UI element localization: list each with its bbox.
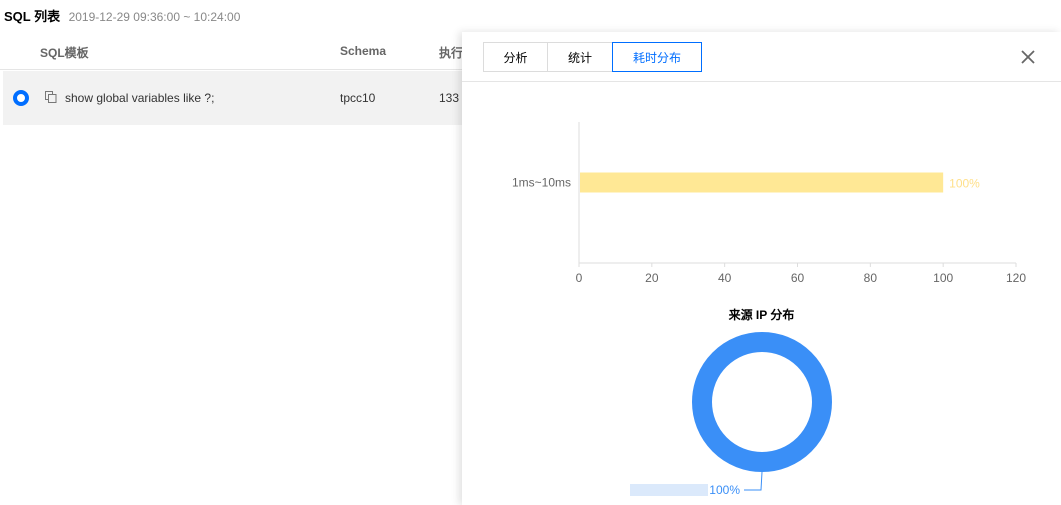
- detail-drawer: 分析 统计 耗时分布 0 20 40 60 80 100 120 1ms~10ms 100% 来…: [462, 32, 1061, 505]
- schema-cell: tpcc10: [340, 91, 376, 105]
- bar: [580, 172, 944, 193]
- donut-chart-title: 来源 IP 分布: [728, 308, 795, 322]
- x-tick-label: 0: [576, 271, 583, 285]
- tab-analysis[interactable]: 分析: [483, 42, 548, 72]
- column-header-exec[interactable]: 执行: [439, 44, 463, 61]
- x-tick-label: 120: [1006, 271, 1026, 285]
- tab-latency-distribution[interactable]: 耗时分布: [612, 42, 702, 72]
- x-tick-label: 20: [645, 271, 659, 285]
- page-title: SQL 列表: [4, 9, 61, 24]
- donut-slice: [692, 332, 832, 472]
- x-tick-label: 40: [718, 271, 732, 285]
- x-tick-label: 60: [791, 271, 805, 285]
- sql-template-cell: show global variables like ?;: [65, 91, 215, 105]
- column-header-sql-template[interactable]: SQL模板: [40, 44, 89, 61]
- close-icon[interactable]: [1019, 48, 1037, 66]
- latency-bar-chart: 0 20 40 60 80 100 120 1ms~10ms 100%: [512, 122, 1026, 285]
- exec-cell: 133: [439, 91, 460, 105]
- table-row[interactable]: show global variables like ?; tpcc10 133: [3, 71, 470, 125]
- category-label: 1ms~10ms: [512, 176, 571, 190]
- tab-bar: 分析 统计 耗时分布: [483, 42, 702, 72]
- time-range: 2019-12-29 09:36:00 ~ 10:24:00: [68, 10, 241, 24]
- row-radio-button[interactable]: [13, 90, 29, 106]
- table-header: SQL模板 Schema 执行: [0, 32, 470, 70]
- slice-value-label: 100%: [709, 483, 740, 497]
- x-tick-label: 80: [864, 271, 878, 285]
- redacted-ip-label: [630, 484, 708, 496]
- list-header: SQL 列表 2019-12-29 09:36:00 ~ 10:24:00: [4, 6, 241, 24]
- bar-value-label: 100%: [949, 177, 980, 191]
- tab-statistics[interactable]: 统计: [547, 42, 613, 72]
- column-header-schema[interactable]: Schema: [340, 44, 386, 58]
- slice-leader-line: [744, 471, 763, 491]
- copy-icon[interactable]: [45, 91, 57, 103]
- source-ip-donut-chart: 100%: [630, 332, 832, 497]
- x-tick-label: 100: [933, 271, 953, 285]
- drawer-divider: [462, 81, 1061, 82]
